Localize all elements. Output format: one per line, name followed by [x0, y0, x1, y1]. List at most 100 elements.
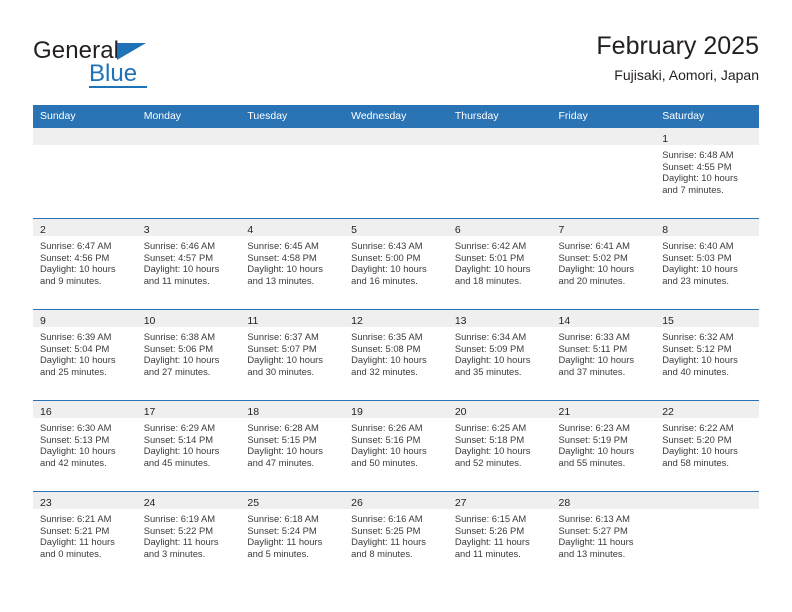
calendar-cell: 11 Sunrise: 6:37 AM Sunset: 5:07 PM Dayligh… — [240, 309, 345, 400]
sunset-text: Sunset: 5:19 PM — [558, 433, 628, 445]
day-number: 8 — [662, 224, 669, 236]
day-cell[interactable]: 22 Sunrise: 6:22 AM Sunset: 5:20 PM Dayligh… — [655, 400, 759, 491]
calendar-cell: 23 Sunrise: 6:21 AM Sunset: 5:21 PM Dayligh… — [33, 491, 137, 582]
day-details: Sunrise: 6:42 AM Sunset: 5:01 PM Daylight:… — [448, 236, 552, 286]
calendar-cell: 5 Sunrise: 6:43 AM Sunset: 5:00 PM Daylight… — [344, 218, 448, 309]
day-cell[interactable]: 5 Sunrise: 6:43 AM Sunset: 5:00 PM Daylight… — [344, 218, 448, 309]
daylight-text-line1: Daylight: 10 hours — [662, 263, 738, 275]
day-details: Sunrise: 6:47 AM Sunset: 4:56 PM Daylight:… — [33, 236, 137, 286]
day-cell[interactable]: 14 Sunrise: 6:33 AM Sunset: 5:11 PM Dayligh… — [551, 309, 656, 400]
day-details: Sunrise: 6:15 AM Sunset: 5:26 PM Daylight:… — [448, 509, 552, 559]
sunset-text: Sunset: 4:55 PM — [662, 160, 732, 172]
day-cell[interactable]: 21 Sunrise: 6:23 AM Sunset: 5:19 PM Dayligh… — [551, 400, 656, 491]
sunset-text: Sunset: 4:56 PM — [40, 251, 110, 263]
day-cell[interactable]: 6 Sunrise: 6:42 AM Sunset: 5:01 PM Daylight… — [447, 218, 552, 309]
sunrise-text: Sunrise: 6:42 AM — [454, 240, 527, 251]
day-cell[interactable]: 11 Sunrise: 6:37 AM Sunset: 5:07 PM Dayligh… — [240, 309, 345, 400]
calendar-cell: 14 Sunrise: 6:33 AM Sunset: 5:11 PM Dayligh… — [551, 309, 656, 400]
day-cell[interactable]: 9 Sunrise: 6:39 AM Sunset: 5:04 PM Daylight… — [33, 309, 137, 400]
day-cell[interactable]: 25 Sunrise: 6:18 AM Sunset: 5:24 PM Dayligh… — [240, 491, 345, 582]
sunset-text: Sunset: 5:15 PM — [247, 433, 317, 445]
day-details: Sunrise: 6:32 AM Sunset: 5:12 PM Daylight:… — [655, 327, 759, 377]
weekday-header-tuesday: Tuesday — [240, 105, 345, 127]
daylight-text-line2: and 11 minutes. — [454, 547, 521, 559]
sunset-text: Sunset: 4:57 PM — [143, 251, 214, 263]
day-cell[interactable]: 7 Sunrise: 6:41 AM Sunset: 5:02 PM Daylight… — [551, 218, 656, 309]
day-cell-empty — [240, 127, 345, 218]
day-cell[interactable]: 3 Sunrise: 6:46 AM Sunset: 4:57 PM Daylight… — [136, 218, 241, 309]
day-number: 13 — [454, 315, 467, 327]
day-cell[interactable]: 4 Sunrise: 6:45 AM Sunset: 4:58 PM Daylight… — [240, 218, 345, 309]
daylight-text-line1: Daylight: 10 hours — [40, 445, 116, 457]
weekday-header-row: Sunday Monday Tuesday Wednesday Thursday Frid… — [33, 105, 759, 127]
sunrise-text: Sunrise: 6:46 AM — [143, 240, 216, 251]
day-cell[interactable]: 23 Sunrise: 6:21 AM Sunset: 5:21 PM Dayligh… — [33, 491, 137, 582]
sunrise-text: Sunrise: 6:34 AM — [454, 331, 527, 342]
sunrise-text: Sunrise: 6:32 AM — [662, 331, 734, 342]
sunset-text: Sunset: 5:07 PM — [247, 342, 317, 354]
day-cell[interactable]: 20 Sunrise: 6:25 AM Sunset: 5:18 PM Dayligh… — [447, 400, 552, 491]
sunset-text: Sunset: 5:22 PM — [143, 524, 214, 536]
calendar-cell: 10 Sunrise: 6:38 AM Sunset: 5:06 PM Dayligh… — [136, 309, 241, 400]
day-details: Sunrise: 6:38 AM Sunset: 5:06 PM Daylight:… — [137, 327, 241, 377]
sunrise-text: Sunrise: 6:37 AM — [247, 331, 319, 342]
day-cell[interactable]: 17 Sunrise: 6:29 AM Sunset: 5:14 PM Dayligh… — [136, 400, 241, 491]
day-details: Sunrise: 6:28 AM Sunset: 5:15 PM Daylight:… — [240, 418, 344, 468]
sunrise-text: Sunrise: 6:22 AM — [662, 422, 734, 433]
general-blue-logo[interactable]: General Blue — [33, 38, 253, 90]
calendar-body: 1 Sunrise: 6:48 AM Sunset: 4:55 PM Daylight… — [33, 127, 759, 582]
calendar-cell: 15 Sunrise: 6:32 AM Sunset: 5:12 PM Dayligh… — [655, 309, 759, 400]
day-details: Sunrise: 6:22 AM Sunset: 5:20 PM Daylight:… — [655, 418, 759, 468]
day-cell[interactable]: 12 Sunrise: 6:35 AM Sunset: 5:08 PM Dayligh… — [344, 309, 448, 400]
day-cell[interactable]: 15 Sunrise: 6:32 AM Sunset: 5:12 PM Dayligh… — [655, 309, 759, 400]
day-number-band: 3 — [136, 219, 241, 236]
sunset-text: Sunset: 5:11 PM — [558, 342, 628, 354]
daylight-text-line2: and 55 minutes. — [558, 456, 626, 468]
sunset-text: Sunset: 5:26 PM — [454, 524, 525, 536]
daylight-text-line1: Daylight: 11 hours — [143, 536, 219, 548]
calendar-page: General Blue February 2025 Fujisaki, Aom… — [0, 0, 792, 612]
daylight-text-line1: Daylight: 10 hours — [40, 263, 116, 275]
sunset-text: Sunset: 5:21 PM — [40, 524, 110, 536]
calendar-cell: 1 Sunrise: 6:48 AM Sunset: 4:55 PM Daylight… — [655, 127, 759, 218]
day-number-band: 14 — [551, 310, 656, 327]
day-cell-empty — [136, 127, 241, 218]
daylight-text-line2: and 7 minutes. — [662, 183, 724, 195]
day-cell[interactable]: 1 Sunrise: 6:48 AM Sunset: 4:55 PM Daylight… — [655, 127, 759, 218]
day-cell[interactable]: 13 Sunrise: 6:34 AM Sunset: 5:09 PM Dayligh… — [447, 309, 552, 400]
day-cell[interactable]: 18 Sunrise: 6:28 AM Sunset: 5:15 PM Dayligh… — [240, 400, 345, 491]
daylight-text-line1: Daylight: 10 hours — [143, 354, 220, 366]
day-cell[interactable]: 16 Sunrise: 6:30 AM Sunset: 5:13 PM Dayligh… — [33, 400, 137, 491]
daylight-text-line2: and 13 minutes. — [247, 274, 315, 286]
day-number-band: 16 — [33, 401, 137, 418]
day-cell[interactable]: 8 Sunrise: 6:40 AM Sunset: 5:03 PM Daylight… — [655, 218, 759, 309]
day-cell[interactable]: 26 Sunrise: 6:16 AM Sunset: 5:25 PM Dayligh… — [344, 491, 448, 582]
day-cell[interactable]: 28 Sunrise: 6:13 AM Sunset: 5:27 PM Dayligh… — [551, 491, 656, 582]
calendar-cell: 12 Sunrise: 6:35 AM Sunset: 5:08 PM Dayligh… — [344, 309, 448, 400]
day-number: 15 — [662, 315, 674, 327]
day-number-band: 11 — [240, 310, 345, 327]
day-cell[interactable]: 19 Sunrise: 6:26 AM Sunset: 5:16 PM Dayligh… — [344, 400, 448, 491]
day-number: 24 — [143, 497, 156, 509]
daylight-text-line1: Daylight: 10 hours — [351, 445, 427, 457]
day-details: Sunrise: 6:37 AM Sunset: 5:07 PM Daylight:… — [240, 327, 344, 377]
day-number-band: 9 — [33, 310, 137, 327]
sunset-text: Sunset: 5:02 PM — [558, 251, 628, 263]
daylight-text-line2: and 45 minutes. — [143, 456, 211, 468]
day-details: Sunrise: 6:30 AM Sunset: 5:13 PM Daylight:… — [33, 418, 137, 468]
day-number: 11 — [247, 315, 259, 327]
sunset-text: Sunset: 5:03 PM — [662, 251, 732, 263]
day-cell[interactable]: 27 Sunrise: 6:15 AM Sunset: 5:26 PM Dayligh… — [447, 491, 552, 582]
sunset-text: Sunset: 5:27 PM — [558, 524, 628, 536]
day-number-band: 17 — [136, 401, 241, 418]
calendar-cell: 2 Sunrise: 6:47 AM Sunset: 4:56 PM Daylight… — [33, 218, 137, 309]
day-details: Sunrise: 6:23 AM Sunset: 5:19 PM Daylight:… — [552, 418, 656, 468]
sunset-text: Sunset: 5:04 PM — [40, 342, 110, 354]
sunset-text: Sunset: 5:13 PM — [40, 433, 110, 445]
day-cell[interactable]: 10 Sunrise: 6:38 AM Sunset: 5:06 PM Dayligh… — [136, 309, 241, 400]
day-number-band: 12 — [344, 310, 448, 327]
day-cell[interactable]: 24 Sunrise: 6:19 AM Sunset: 5:22 PM Dayligh… — [136, 491, 241, 582]
daylight-text-line2: and 9 minutes. — [40, 274, 102, 286]
day-cell[interactable]: 2 Sunrise: 6:47 AM Sunset: 4:56 PM Daylight… — [33, 218, 137, 309]
day-number-band: 2 — [33, 219, 137, 236]
